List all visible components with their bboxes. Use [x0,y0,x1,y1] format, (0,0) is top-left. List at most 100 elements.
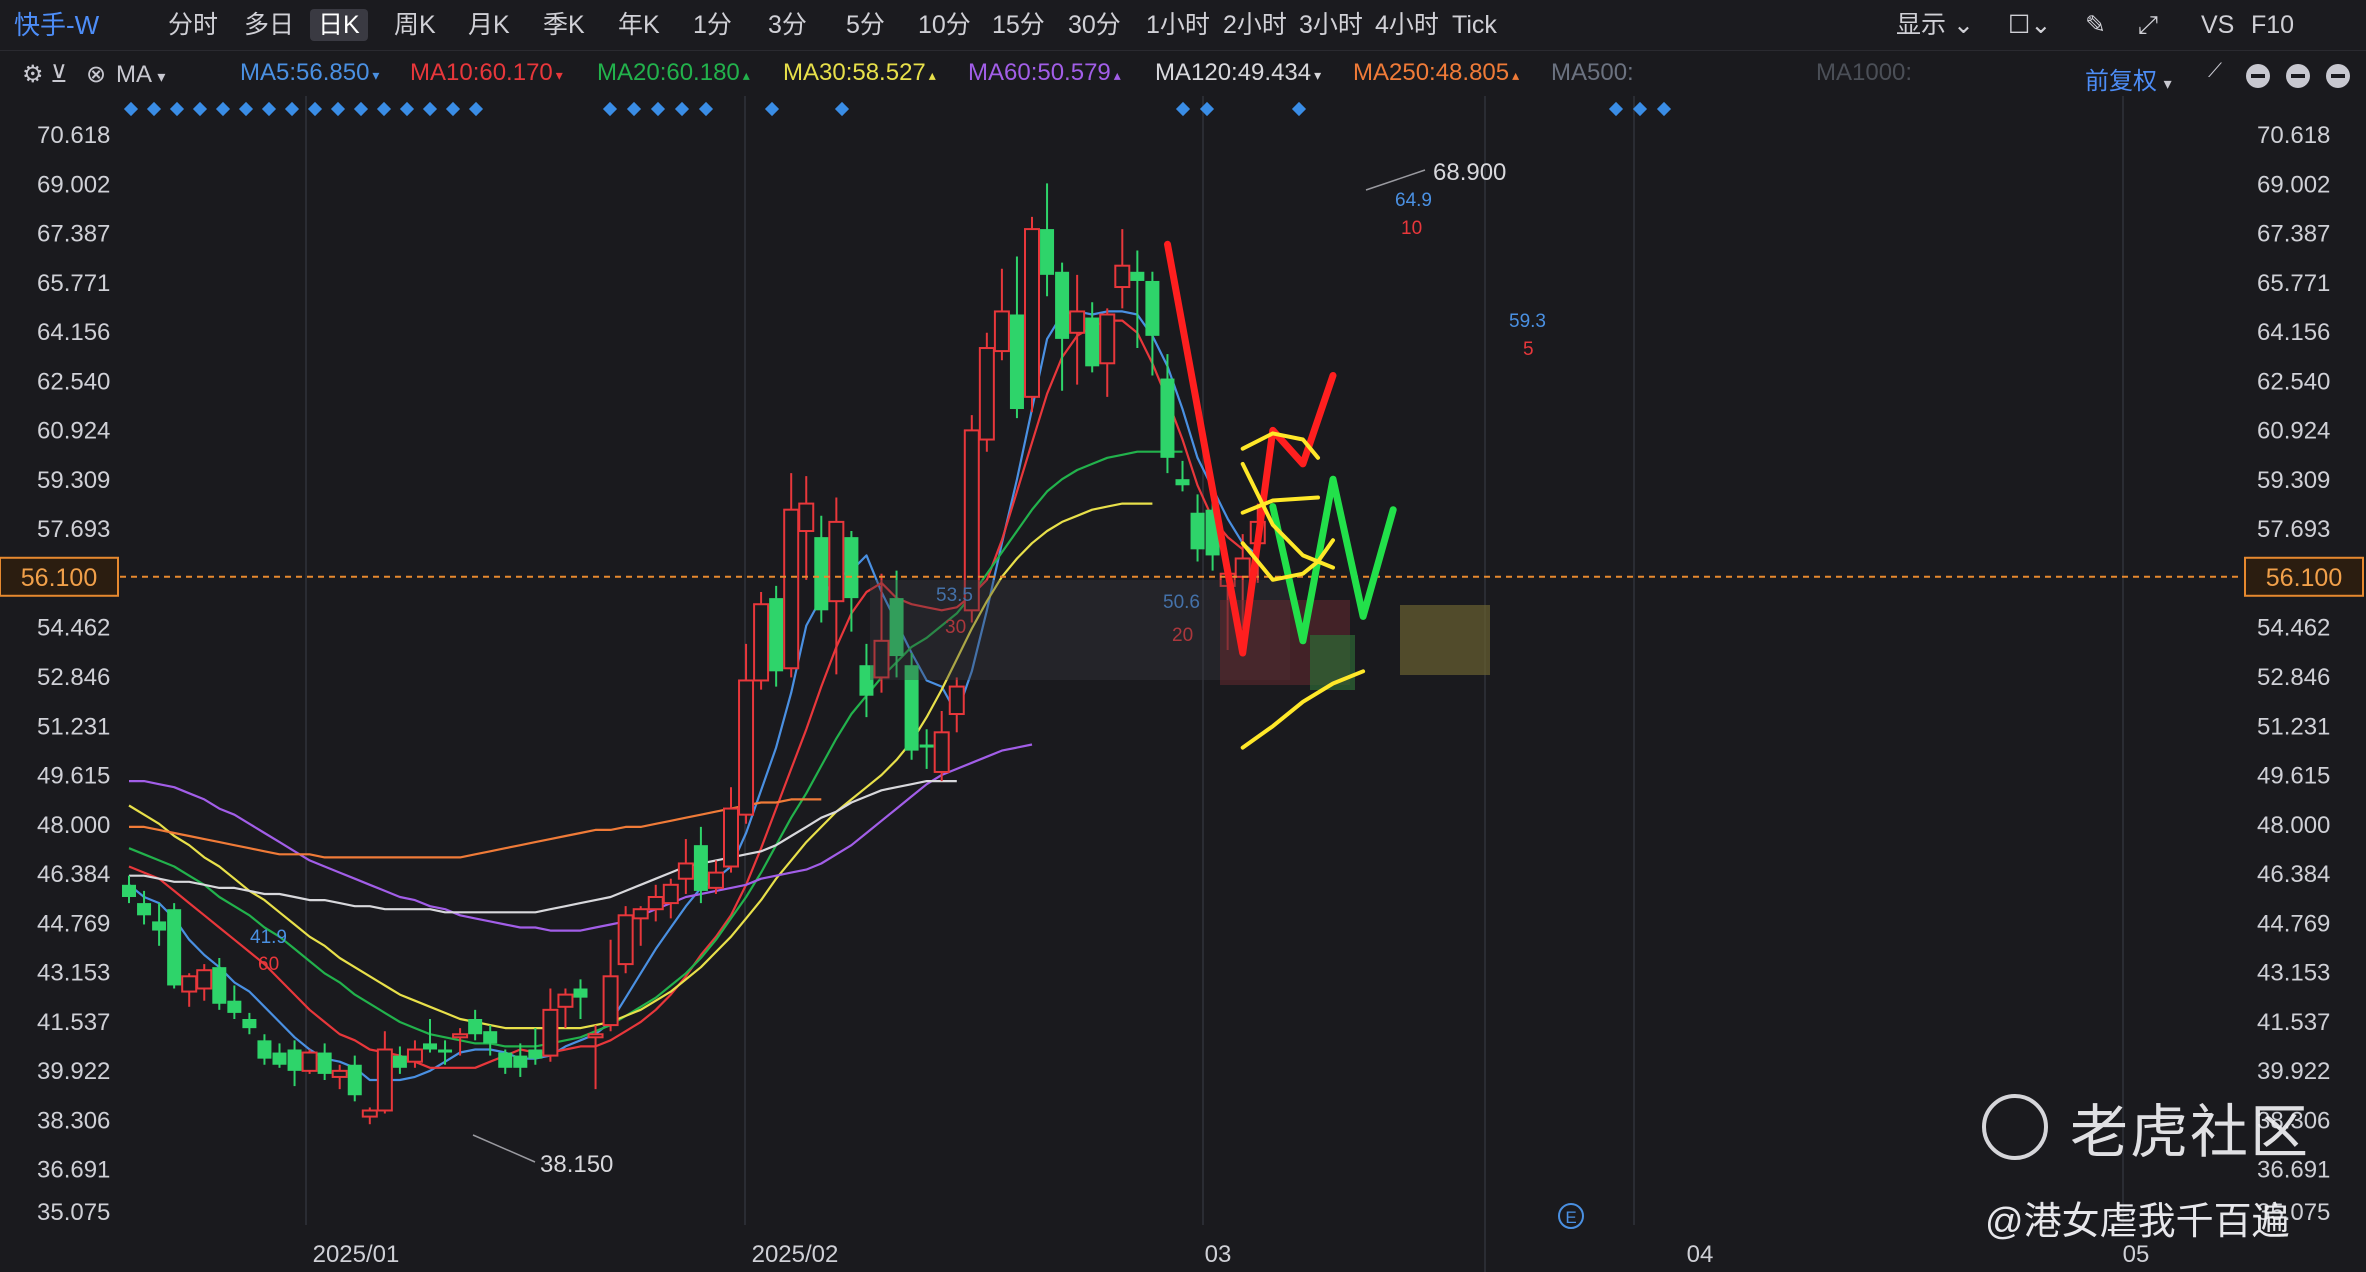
candle-body-24 [483,1031,498,1044]
period-tab-12[interactable]: 30分 [1060,9,1129,41]
ma-legend-text: MA60:50.579 [968,59,1111,86]
period-tab-11[interactable]: 15分 [984,9,1053,41]
ma-legend-item-6[interactable]: MA250:48.805 ▴ [1353,59,1519,87]
watermark-author: @港女虐我千百遍 [1985,1201,2290,1243]
signal-diamond-3 [192,101,208,117]
candle-body-19 [406,1048,423,1063]
stock-name[interactable]: 快手-W [14,9,99,41]
y-tick-right-7: 59.309 [2257,467,2330,494]
period-tab-17[interactable]: Tick [1444,9,1505,41]
arrow-up-icon: ▴ [1512,67,1520,83]
watermark-brand: 老虎社区 [2070,1100,2311,1165]
candle-body-57 [978,347,995,441]
y-tick-left-12: 51.231 [37,713,110,740]
vs-button[interactable]: VS [2193,9,2242,41]
y-tick-left-18: 41.537 [37,1009,110,1036]
candle-body-20 [423,1043,437,1050]
y-tick-left-19: 39.922 [37,1058,110,1085]
period-tab-15[interactable]: 3小时 [1291,9,1371,41]
ma-legend-text: MA5:56.850 [240,59,370,86]
ma-legend-item-8[interactable]: MA1000: [1816,59,1912,87]
settings-gear-icon[interactable]: ⚙ [22,60,44,89]
chevron-circle-icon[interactable]: ⊻ [50,60,68,89]
period-tab-14[interactable]: 2小时 [1215,9,1295,41]
ma-legend-item-1[interactable]: MA10:60.170 ▾ [410,59,563,87]
ma-legend-item-5[interactable]: MA120:49.434 ▾ [1155,59,1321,87]
current-price-tag-left: 56.100 [21,564,97,592]
ma-legend-item-7[interactable]: MA500: [1551,59,1634,87]
candle-body-66 [1114,264,1131,289]
fullscreen-icon[interactable]: ⤢ [2130,9,2166,41]
period-tab-6[interactable]: 年K [610,9,668,41]
period-tab-8[interactable]: 3分 [760,9,815,41]
signal-diamond-15 [468,101,484,117]
close-indicator-icon[interactable]: ⊗ [86,60,106,89]
period-tab-9[interactable]: 5分 [838,9,893,41]
y-tick-right-17: 43.153 [2257,960,2330,987]
arrow-down-icon: ▾ [1314,67,1322,83]
period-tab-7[interactable]: 1分 [685,9,740,41]
candle-body-67 [1130,271,1145,281]
collapse-icon[interactable] [2326,64,2350,88]
period-tab-10[interactable]: 10分 [910,9,979,41]
ma-legend-text: MA120:49.434 [1155,59,1312,86]
period-tab-0[interactable]: 分时 [160,9,226,41]
candle-body-64 [1085,317,1100,367]
candle-body-38 [693,845,708,891]
y-tick-left-10: 54.462 [37,615,110,642]
period-tab-5[interactable]: 季K [535,9,593,41]
ma-legend-item-0[interactable]: MA5:56.850 ▾ [240,59,379,87]
display-menu[interactable]: 显示 ⌄ [1888,9,1982,41]
x-label-2: 03 [1205,1241,1232,1268]
candle-body-29 [557,993,574,1008]
signal-diamond-20 [698,101,714,117]
axis-scale-icon[interactable]: ⟋ [2208,60,2222,83]
candle-body-48 [844,537,859,599]
high-leader-line [1365,169,1426,191]
y-tick-right-13: 49.615 [2257,763,2330,790]
candle-body-68 [1145,280,1160,336]
candle-body-15 [347,1064,362,1096]
ma-legend-item-2[interactable]: MA20:60.180 ▴ [597,59,750,87]
signal-diamond-11 [376,101,392,117]
candle-body-41 [738,679,755,816]
zoom-out-2-icon[interactable] [2286,64,2310,88]
candle-body-42 [753,603,770,682]
layout-toggle-icon[interactable]: ☐⌄ [2000,9,2059,41]
signal-diamond-16 [602,101,618,117]
ma-line-ma20 [128,450,1183,1048]
period-tab-16[interactable]: 4小时 [1367,9,1447,41]
draw-pen-icon[interactable]: ✎ [2077,9,2114,41]
candle-body-25 [498,1052,513,1068]
candle-body-36 [662,883,679,905]
signal-diamond-13 [422,101,438,117]
annotation-10: 59.3 [1509,311,1546,332]
signal-diamond-27 [1632,101,1648,117]
zoom-out-icon[interactable] [2246,64,2270,88]
period-tab-4[interactable]: 月K [460,9,518,41]
x-label-4: 05 [2123,1241,2150,1268]
arrow-up-icon: ▴ [928,67,936,83]
candle-body-28 [542,1008,559,1057]
signal-diamond-17 [626,101,642,117]
f10-button[interactable]: F10 [2243,9,2302,41]
period-tab-1[interactable]: 多日 [236,9,302,41]
blur-patch-yellow [1400,605,1490,675]
candle-body-22 [452,1033,469,1039]
y-tick-left-6: 60.924 [37,418,110,445]
adjust-select[interactable]: 前复权 ▾ [2085,61,2172,96]
signal-diamond-18 [650,101,666,117]
period-tab-2[interactable]: 日K [310,9,368,41]
candle-body-55 [948,685,965,716]
ma-legend-item-3[interactable]: MA30:58.527 ▴ [783,59,936,87]
period-tab-13[interactable]: 1小时 [1138,9,1218,41]
display-label: 显示 [1896,11,1947,39]
signal-diamond-26 [1608,101,1624,117]
y-tick-right-10: 54.462 [2257,615,2330,642]
y-tick-right-2: 67.387 [2257,221,2330,248]
ma-legend-item-4[interactable]: MA60:50.579 ▴ [968,59,1121,87]
x-label-1: 2025/02 [752,1241,839,1268]
period-tab-3[interactable]: 周K [386,9,444,41]
indicator-select[interactable]: MA ▾ [116,61,165,89]
arrow-up-icon: ▴ [742,67,750,83]
